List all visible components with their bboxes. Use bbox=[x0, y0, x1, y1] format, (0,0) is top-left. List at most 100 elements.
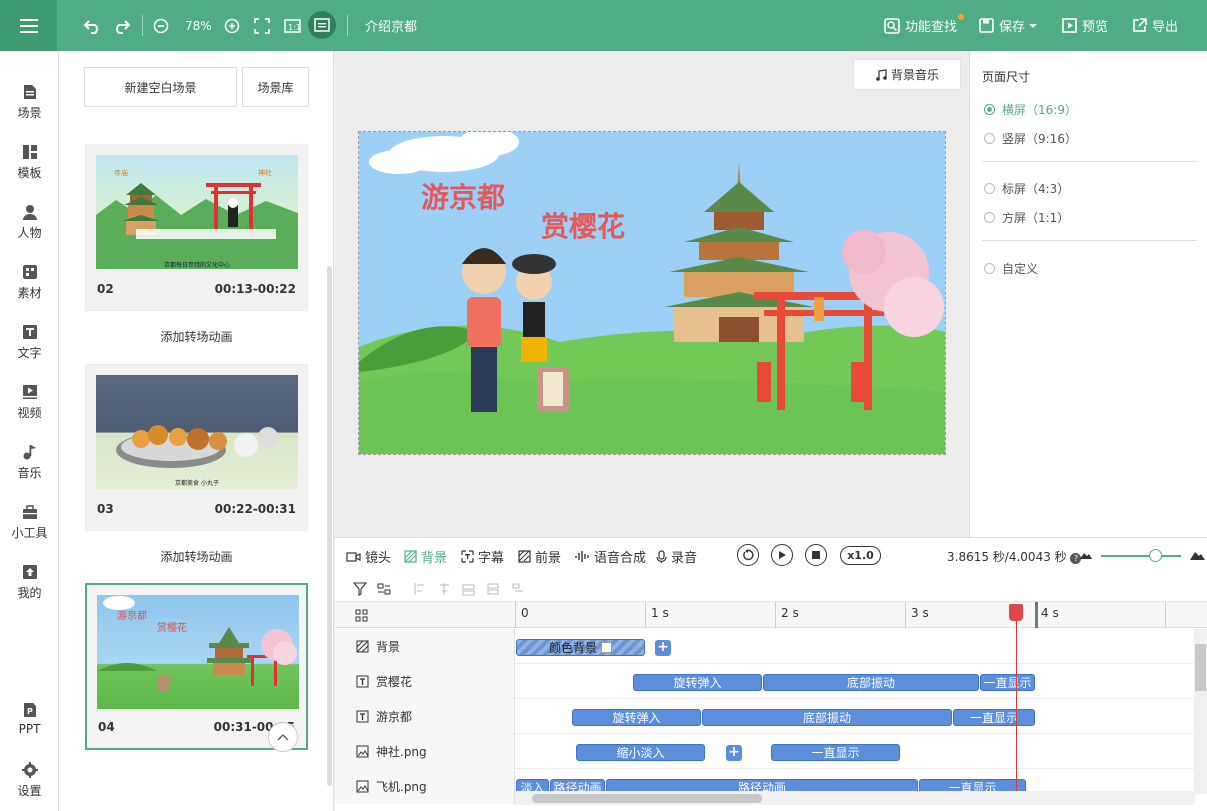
filter-icon[interactable] bbox=[353, 582, 368, 596]
nav-item-video[interactable]: 视频 bbox=[0, 384, 59, 440]
nav-item-text[interactable]: 文字 bbox=[0, 324, 59, 380]
background-music-label: 背景音乐 bbox=[890, 68, 939, 82]
menu-icon[interactable] bbox=[0, 0, 57, 51]
nav-item-mine[interactable]: 我的 bbox=[0, 564, 59, 620]
timeline-clip[interactable]: 一直显示 bbox=[953, 709, 1035, 726]
zoom-in-mountain-icon[interactable] bbox=[1190, 550, 1205, 560]
add-clip-button[interactable]: + bbox=[726, 745, 742, 761]
undo-icon[interactable] bbox=[83, 0, 101, 51]
top-toolbar: 78% 1:1 介绍京都 功能查找 保存 预览 导出 bbox=[0, 0, 1207, 51]
redo-icon[interactable] bbox=[113, 0, 131, 51]
foreground-icon bbox=[518, 550, 531, 563]
nav-item-toolbox[interactable]: 小工具 bbox=[0, 504, 59, 560]
add-transition-link[interactable]: 添加转场动画 bbox=[59, 328, 334, 345]
microphone-icon bbox=[656, 549, 667, 563]
scene-list-scrollbar[interactable] bbox=[327, 266, 332, 786]
preview-button[interactable]: 预览 bbox=[1062, 0, 1108, 51]
track-name[interactable]: 背景 bbox=[335, 629, 515, 664]
timeline-clip[interactable]: 底部振动 bbox=[702, 709, 952, 726]
left-navigation: 场景 模板 人物 素材 文字 视频 音乐 小工具 我的 P PPT 设置 bbox=[0, 51, 59, 811]
feature-search-label: 功能查找 bbox=[905, 20, 958, 35]
nav-item-scene[interactable]: 场景 bbox=[0, 84, 59, 140]
track-name[interactable]: 神社.png bbox=[335, 734, 515, 769]
timeline-panel: 镜头 背景 字幕 前景 语音合成 录音 x1.0 3.8615 秒/4.0043… bbox=[335, 537, 1207, 811]
feature-search-button[interactable]: 功能查找 bbox=[884, 0, 964, 51]
nav-item-ppt[interactable]: P PPT bbox=[0, 702, 59, 758]
tab-speech-synthesis[interactable]: 语音合成 bbox=[575, 547, 646, 566]
track-name[interactable]: 飞机.png bbox=[335, 769, 515, 804]
divider bbox=[347, 15, 348, 36]
add-clip-button[interactable]: + bbox=[655, 640, 671, 656]
music-note-icon bbox=[876, 68, 887, 81]
svg-text:1:1: 1:1 bbox=[288, 23, 301, 32]
scene-card-03[interactable]: 京都美食 小丸子 03 00:22-00:31 bbox=[85, 364, 308, 531]
page-size-option-16-9[interactable]: 横屏（16:9） bbox=[984, 101, 1077, 118]
timeline-clip[interactable]: 一直显示 bbox=[771, 744, 900, 761]
new-blank-scene-button[interactable]: 新建空白场景 bbox=[84, 67, 237, 107]
chevron-up-icon bbox=[277, 734, 289, 741]
playback-speed[interactable]: x1.0 bbox=[840, 546, 881, 565]
nav-item-person[interactable]: 人物 bbox=[0, 204, 59, 260]
add-transition-link[interactable]: 添加转场动画 bbox=[59, 548, 334, 565]
stage-canvas[interactable]: 游京都 赏樱花 bbox=[358, 131, 946, 455]
page-size-option-4-3[interactable]: 标屏（4:3） bbox=[984, 180, 1069, 197]
project-title[interactable]: 介绍京都 bbox=[365, 0, 417, 51]
scene-library-button[interactable]: 场景库 bbox=[242, 67, 309, 107]
timeline-clip[interactable]: 一直显示 bbox=[980, 674, 1035, 691]
person-icon bbox=[22, 205, 37, 220]
nav-item-material[interactable]: 素材 bbox=[0, 264, 59, 320]
tab-foreground[interactable]: 前景 bbox=[518, 547, 561, 566]
thumb-caption: 京都每日参拜的文化中心 bbox=[164, 261, 230, 269]
timeline-zoom-knob[interactable] bbox=[1149, 549, 1162, 562]
subtitle-toggle-icon[interactable] bbox=[308, 11, 336, 39]
play-button[interactable] bbox=[771, 544, 793, 566]
timeline-tools bbox=[335, 576, 1207, 602]
page-size-option-9-16[interactable]: 竖屏（9:16） bbox=[984, 130, 1077, 147]
background-music-button[interactable]: 背景音乐 bbox=[853, 59, 961, 90]
zoom-in-icon[interactable] bbox=[224, 0, 240, 51]
nav-item-music[interactable]: 音乐 bbox=[0, 444, 59, 500]
tab-subtitle[interactable]: 字幕 bbox=[461, 547, 504, 566]
timeline-clip[interactable]: 颜色背景 bbox=[516, 639, 645, 656]
playhead-handle[interactable] bbox=[1009, 604, 1023, 621]
color-swatch bbox=[601, 642, 612, 653]
track-settings-icon[interactable] bbox=[377, 582, 391, 596]
export-button[interactable]: 导出 bbox=[1132, 0, 1178, 51]
actual-size-icon[interactable]: 1:1 bbox=[284, 0, 301, 51]
scene-number: 02 bbox=[97, 282, 114, 296]
image-icon bbox=[356, 745, 369, 758]
tab-recording[interactable]: 录音 bbox=[656, 547, 697, 566]
save-button[interactable]: 保存 bbox=[979, 0, 1038, 51]
tab-background[interactable]: 背景 bbox=[404, 547, 447, 566]
timeline-clip[interactable]: 缩小淡入 bbox=[576, 744, 705, 761]
playhead-line bbox=[1016, 606, 1017, 796]
divider bbox=[142, 15, 143, 36]
replay-button[interactable] bbox=[737, 544, 759, 566]
zoom-out-mountain-icon[interactable] bbox=[1080, 551, 1092, 559]
scene-thumbnail: 游京都 赏樱花 bbox=[97, 595, 299, 709]
scene-card-02[interactable]: 寺庙 神社 京都每日参拜的文化中心 02 00:13-00:22 bbox=[85, 144, 308, 311]
timeline-clip[interactable]: 旋转弹入 bbox=[572, 709, 701, 726]
stop-button[interactable] bbox=[805, 544, 827, 566]
ruler-label: 4 s bbox=[1041, 606, 1059, 620]
page-size-option-custom[interactable]: 自定义 bbox=[984, 260, 1038, 277]
nav-item-template[interactable]: 模板 bbox=[0, 144, 59, 200]
radio-icon bbox=[984, 104, 995, 115]
fullscreen-icon[interactable] bbox=[254, 0, 270, 51]
tab-camera[interactable]: 镜头 bbox=[346, 547, 391, 566]
track-name[interactable]: 游京都 bbox=[335, 699, 515, 734]
timeline-ruler[interactable]: 0 1 s 2 s 3 s 4 s bbox=[335, 602, 1207, 628]
nav-item-settings[interactable]: 设置 bbox=[0, 762, 59, 811]
timeline-vertical-scroll-thumb[interactable] bbox=[1195, 644, 1206, 691]
thumb-title-a: 寺庙 bbox=[114, 168, 128, 177]
zoom-out-icon[interactable] bbox=[153, 0, 169, 51]
scroll-up-button[interactable] bbox=[268, 722, 298, 752]
align-tools-icon bbox=[414, 583, 523, 596]
timeline-clip[interactable]: 底部振动 bbox=[763, 674, 979, 691]
page-size-option-1-1[interactable]: 方屏（1:1） bbox=[984, 209, 1069, 226]
timeline-horizontal-scroll-thumb[interactable] bbox=[532, 794, 762, 803]
timeline-zoom-slider[interactable] bbox=[1101, 555, 1181, 557]
track-name[interactable]: 赏樱花 bbox=[335, 664, 515, 699]
timeline-clip[interactable]: 旋转弹入 bbox=[633, 674, 762, 691]
track-kyoto-text: 游京都 旋转弹入 底部振动 一直显示 bbox=[335, 699, 1194, 734]
